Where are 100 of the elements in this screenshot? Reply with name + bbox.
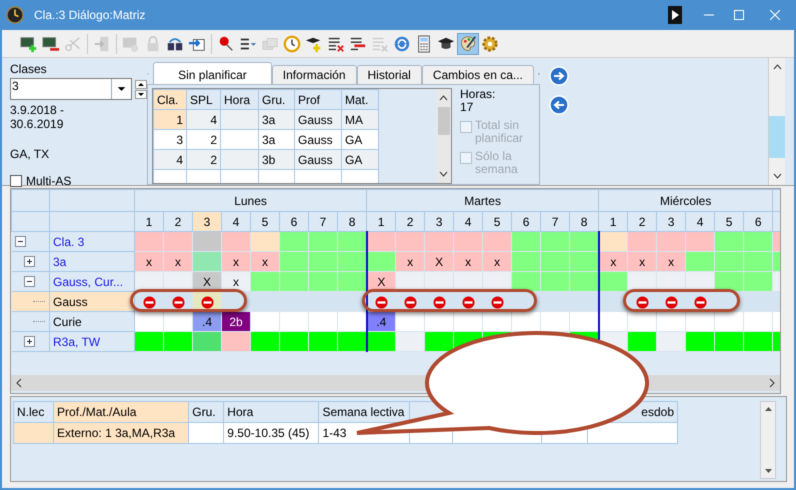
timetable-cell[interactable] <box>366 252 396 272</box>
timetable-cell[interactable] <box>628 332 657 352</box>
timetable-cell[interactable]: x <box>598 252 628 272</box>
scroll-up-icon[interactable] <box>764 406 772 412</box>
timetable-cell[interactable] <box>714 332 744 352</box>
timetable-cell[interactable] <box>744 272 773 292</box>
timetable-cell[interactable] <box>250 332 280 352</box>
timetable-cell[interactable] <box>686 252 715 272</box>
timetable-cell[interactable]: x <box>482 252 512 272</box>
timetable-cell[interactable] <box>338 232 367 252</box>
column-header[interactable]: Semana lectiva <box>318 402 410 422</box>
timetable-cell[interactable] <box>540 312 570 332</box>
timetable-cell[interactable] <box>714 232 744 252</box>
timetable-cell[interactable]: x <box>656 252 686 272</box>
timetable-cell[interactable] <box>338 312 367 332</box>
timetable-cell[interactable] <box>366 332 396 352</box>
timetable-cell[interactable] <box>714 252 744 272</box>
timetable-cell[interactable]: x <box>454 252 483 272</box>
maximize-icon[interactable] <box>734 10 744 20</box>
timetable-cell[interactable]: X <box>424 252 454 272</box>
scrollbar-thumb[interactable] <box>769 116 785 158</box>
tab[interactable]: Sin planificar <box>153 62 272 84</box>
back-button[interactable] <box>549 95 569 115</box>
column-header[interactable]: Gru. <box>188 402 224 422</box>
vertical-scrollbar[interactable] <box>436 89 451 183</box>
timetable-cell[interactable] <box>540 232 570 252</box>
timetable-cell[interactable]: x <box>396 252 425 272</box>
timetable-cell[interactable] <box>482 232 512 252</box>
column-header[interactable]: Prof./Mat./Aula <box>54 402 189 422</box>
timetable-cell[interactable] <box>570 232 599 252</box>
toolbar-button[interactable] <box>457 32 479 54</box>
timetable-cell[interactable] <box>570 312 599 332</box>
timetable-cell[interactable] <box>744 232 773 252</box>
timetable-cell[interactable]: .4 <box>192 312 222 332</box>
expand-icon[interactable] <box>24 256 34 267</box>
timetable-cell[interactable] <box>686 232 715 252</box>
scrollbar-thumb[interactable] <box>438 107 450 135</box>
timetable-cell[interactable] <box>338 332 367 352</box>
timetable-cell[interactable] <box>396 232 425 252</box>
tab[interactable]: Historial <box>356 65 422 84</box>
timetable-cell[interactable] <box>598 232 628 252</box>
timetable-cell[interactable] <box>250 312 280 332</box>
timetable-cell[interactable] <box>714 312 744 332</box>
timetable-cell[interactable] <box>454 232 483 252</box>
timetable-cell[interactable]: x <box>250 252 280 272</box>
timetable-cell[interactable]: 2b <box>222 312 250 332</box>
expand-icon[interactable] <box>24 336 34 347</box>
timetable-cell[interactable] <box>512 252 541 272</box>
timetable-cell[interactable] <box>250 292 280 312</box>
timetable-cell[interactable] <box>308 332 338 352</box>
timetable-cell[interactable] <box>338 252 367 272</box>
row-name[interactable]: Curie <box>50 312 134 332</box>
timetable-cell[interactable] <box>280 312 308 332</box>
timetable-cell[interactable] <box>744 292 773 312</box>
timetable-cell[interactable] <box>512 312 541 332</box>
timetable-cell[interactable] <box>308 232 338 252</box>
timetable-cell[interactable]: x <box>164 252 192 272</box>
timetable-cell[interactable] <box>628 232 657 252</box>
close-icon[interactable] <box>770 10 780 20</box>
timetable-cell[interactable] <box>686 312 715 332</box>
timetable-cell[interactable] <box>192 332 222 352</box>
timetable-cell[interactable]: x <box>628 252 657 272</box>
timetable-cell[interactable] <box>744 252 773 272</box>
timetable-cell[interactable] <box>570 292 599 312</box>
row-name[interactable]: 3a <box>50 252 134 272</box>
timetable-cell[interactable] <box>744 332 773 352</box>
play-icon[interactable] <box>668 6 682 24</box>
row-name[interactable]: R3a, TW <box>50 332 134 352</box>
timetable-cell[interactable] <box>540 292 570 312</box>
timetable-cell[interactable]: x <box>134 252 164 272</box>
scroll-left-icon[interactable] <box>15 378 23 388</box>
vertical-scrollbar[interactable] <box>768 58 785 185</box>
timetable-cell[interactable] <box>280 252 308 272</box>
timetable-cell[interactable]: .4 <box>366 312 396 332</box>
row-header-cell[interactable] <box>14 422 54 444</box>
spin-down-icon[interactable] <box>135 90 147 98</box>
timetable-cell[interactable] <box>686 332 715 352</box>
vertical-scrollbar[interactable] <box>760 401 776 479</box>
timetable-cell[interactable] <box>164 312 192 332</box>
row-name[interactable]: Gauss <box>50 292 134 312</box>
timetable-cell[interactable] <box>250 272 280 292</box>
timetable-cell[interactable] <box>424 332 454 352</box>
timetable-cell[interactable] <box>338 272 367 292</box>
timetable-cell[interactable] <box>628 312 657 332</box>
timetable-cell[interactable] <box>280 272 308 292</box>
timetable-cell[interactable] <box>164 332 192 352</box>
timetable-cell[interactable] <box>134 232 164 252</box>
timetable-cell[interactable] <box>570 272 599 292</box>
timetable-cell[interactable] <box>164 232 192 252</box>
timetable-cell[interactable] <box>192 252 222 272</box>
timetable-cell[interactable] <box>308 292 338 312</box>
row-name[interactable]: Cla. 3 <box>50 232 134 252</box>
timetable-cell[interactable] <box>598 312 628 332</box>
timetable-cell[interactable] <box>308 272 338 292</box>
class-dropdown[interactable]: 3 <box>10 78 132 100</box>
column-header[interactable]: SPL <box>186 90 220 110</box>
timetable-cell[interactable] <box>598 272 628 292</box>
column-header[interactable]: Cla. <box>154 90 186 110</box>
timetable-cell[interactable] <box>656 312 686 332</box>
timetable-cell[interactable] <box>308 252 338 272</box>
